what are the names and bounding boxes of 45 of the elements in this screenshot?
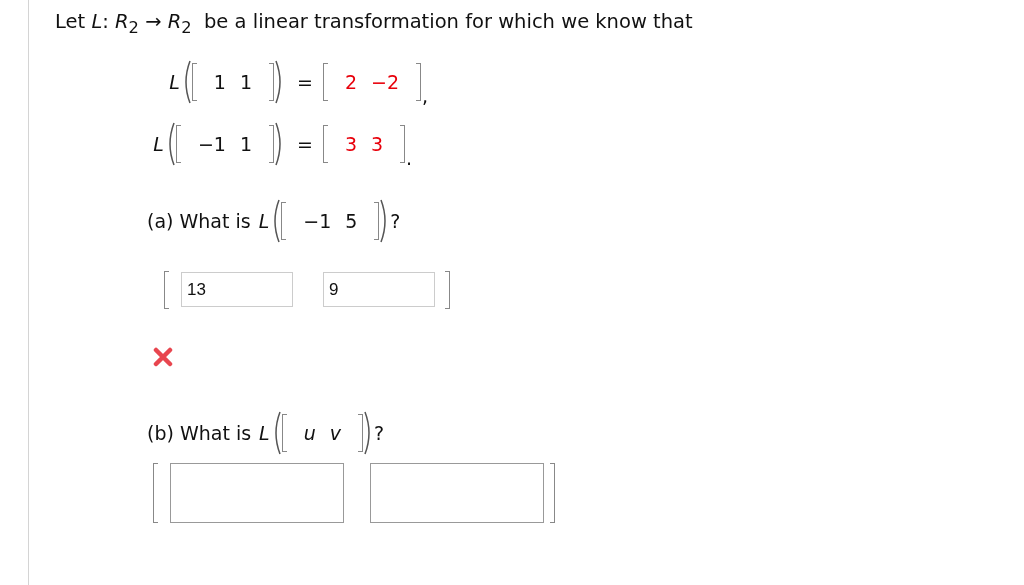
punctuation: , bbox=[422, 84, 429, 107]
question-label: (a) What is bbox=[147, 209, 251, 232]
right-bracket bbox=[550, 462, 555, 523]
vector-entry: −2 bbox=[370, 70, 401, 93]
answer-field[interactable]: 9 bbox=[323, 272, 435, 308]
left-bracket bbox=[175, 124, 181, 163]
answer-field[interactable]: 13 bbox=[181, 272, 293, 308]
right-bracket bbox=[374, 201, 380, 240]
vector-entry: −1 bbox=[302, 209, 333, 232]
function-name: L bbox=[169, 70, 180, 93]
vector-entry: u bbox=[302, 421, 317, 444]
left-bracket bbox=[322, 124, 328, 163]
left-bracket bbox=[153, 462, 158, 523]
left-bracket bbox=[281, 413, 287, 452]
punctuation: . bbox=[406, 146, 413, 169]
right-bracket bbox=[400, 124, 406, 163]
vector-entry: 1 bbox=[212, 70, 227, 93]
question-mark: ? bbox=[373, 421, 385, 444]
vector-entry: 5 bbox=[344, 209, 359, 232]
question-label: (b) What is bbox=[147, 421, 252, 444]
vector-entry: 2 bbox=[343, 70, 358, 93]
vector-entry: 1 bbox=[238, 70, 253, 93]
question-mark: ? bbox=[390, 209, 401, 232]
right-bracket bbox=[445, 270, 450, 309]
vector-entry: 3 bbox=[370, 132, 385, 155]
answer-field[interactable] bbox=[370, 462, 544, 523]
right-bracket bbox=[269, 124, 274, 163]
left-bracket bbox=[322, 62, 328, 101]
left-bracket bbox=[191, 62, 197, 101]
right-bracket bbox=[269, 62, 274, 101]
vector-entry: −1 bbox=[196, 132, 227, 155]
right-bracket bbox=[416, 62, 422, 101]
equals-sign: = bbox=[297, 132, 313, 155]
function-name: L bbox=[259, 421, 270, 444]
answer-field[interactable] bbox=[170, 462, 344, 523]
vector-entry: 3 bbox=[343, 132, 358, 155]
vector-entry: 1 bbox=[238, 132, 253, 155]
left-bracket bbox=[164, 270, 169, 309]
right-bracket bbox=[357, 413, 363, 452]
equals-sign: = bbox=[297, 70, 313, 93]
function-name: L bbox=[153, 132, 164, 155]
problem-statement: Let L: R$_{2}$ → R$_{2}$ be a linear transformation for which we know that bbox=[55, 10, 694, 37]
function-name: L bbox=[258, 209, 270, 232]
vector-entry: v bbox=[328, 421, 342, 444]
left-bracket bbox=[281, 201, 287, 240]
